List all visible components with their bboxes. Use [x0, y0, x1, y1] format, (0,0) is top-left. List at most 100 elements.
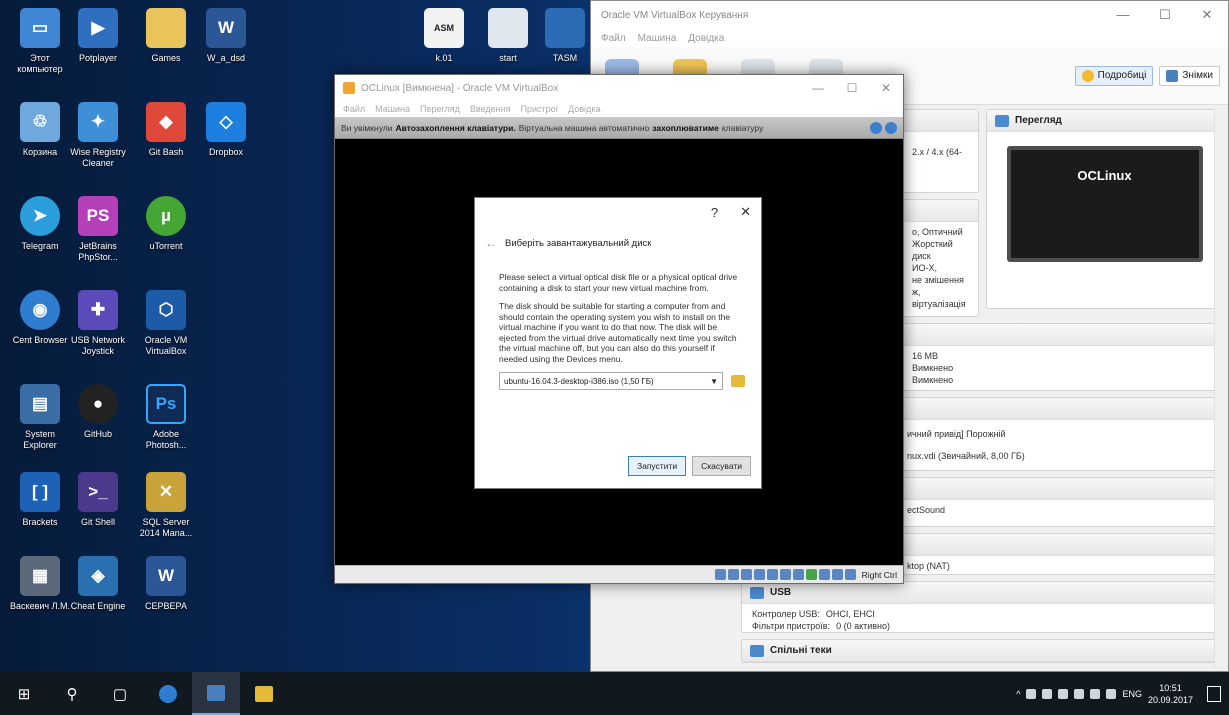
desktop-icon-github[interactable]: ● GitHub — [66, 384, 130, 468]
desktop-icon-utorrent[interactable]: µ uTorrent — [134, 196, 198, 280]
network-icon[interactable] — [753, 569, 765, 580]
optical-drive-icon[interactable] — [727, 569, 739, 580]
usb-pane-title: USB — [770, 587, 792, 598]
choose-disk-folder-icon[interactable] — [731, 375, 745, 387]
preview-pane-head[interactable]: Перегляд — [987, 110, 1222, 132]
search-button[interactable]: ⚲ — [48, 672, 96, 715]
tray-app-icon[interactable] — [1058, 688, 1069, 699]
start-button[interactable]: Запустити — [627, 456, 687, 476]
utorrent-icon: µ — [146, 196, 186, 236]
desktop-icon-tasm[interactable]: TASM — [540, 8, 590, 68]
clock[interactable]: 10:51 20.09.2017 — [1148, 682, 1193, 706]
disk-select[interactable]: ubuntu-16.04.3-desktop-i386.iso (1,50 ГБ… — [499, 372, 723, 390]
vm-status-bar: Right Ctrl — [335, 565, 903, 583]
tray-app-icon[interactable] — [1042, 688, 1053, 699]
chevron-up-icon[interactable]: ^ — [1016, 689, 1020, 699]
maximize-icon[interactable]: ☐ — [835, 81, 869, 95]
menu-file[interactable]: Файл — [601, 33, 626, 44]
desktop-icon-system-explorer[interactable]: ▤ System Explorer — [8, 384, 72, 468]
preview-pane: Перегляд OCLinux — [986, 109, 1223, 309]
usb-pane-head[interactable]: USB — [742, 582, 1220, 604]
network-icon[interactable] — [1090, 688, 1101, 699]
cpu-icon[interactable] — [818, 569, 830, 580]
desktop-icon-label: Games — [151, 53, 181, 63]
menu-help[interactable]: Довідка — [688, 33, 724, 44]
close-notice-icon[interactable] — [885, 121, 897, 134]
help-button[interactable]: ? — [711, 205, 718, 220]
usb-icon[interactable] — [766, 569, 778, 580]
taskbar-file-explorer[interactable] — [240, 672, 288, 715]
vm-menu-devices[interactable]: Пристрої — [520, 104, 558, 114]
display-icon[interactable] — [792, 569, 804, 580]
desktop-icon-label: Brackets — [22, 517, 58, 527]
dialog-close-button[interactable]: ✕ — [740, 204, 751, 220]
desktop-icon-photoshop[interactable]: Ps Adobe Photosh... — [134, 384, 198, 468]
computer-icon: ▭ — [20, 8, 60, 48]
volume-icon[interactable] — [1106, 688, 1117, 699]
desktop-icon-wise-registry[interactable]: ✦ Wise Registry Cleaner — [66, 102, 130, 186]
details-scrollbar[interactable] — [1214, 109, 1226, 669]
disk-select-value: ubuntu-16.04.3-desktop-i386.iso (1,50 ГБ… — [504, 376, 654, 386]
snapshots-mode-button[interactable]: Знімки — [1159, 65, 1220, 86]
desktop-icon-label: W_a_dsd — [206, 53, 246, 63]
vm-menu-file[interactable]: Файл — [343, 104, 365, 114]
desktop-icon-label: Васкевич Л.М. — [10, 601, 70, 611]
desktop-icon-brackets[interactable]: [ ] Brackets — [8, 472, 72, 556]
vm-menu-help[interactable]: Довідка — [568, 104, 600, 114]
desktop-icon-dropbox[interactable]: ◇ Dropbox — [194, 102, 258, 186]
desktop-icon-user-folder[interactable]: ▦ Васкевич Л.М. — [8, 556, 72, 640]
video-capture-icon[interactable] — [805, 569, 817, 580]
notifications-icon[interactable] — [1207, 685, 1221, 702]
desktop-icon-sql-server[interactable]: ✕ SQL Server 2014 Mana... — [134, 472, 198, 556]
usb-icon — [750, 586, 764, 599]
minimize-icon[interactable]: — — [801, 81, 835, 95]
desktop-icon-potplayer[interactable]: ▶ Potplayer — [66, 8, 130, 92]
taskbar-browser[interactable] — [144, 672, 192, 715]
maximize-icon[interactable]: ☐ — [1144, 7, 1186, 23]
audio-icon[interactable] — [740, 569, 752, 580]
dialog-paragraph-2: The disk should be suitable for starting… — [499, 301, 737, 364]
mouse-integration-icon[interactable] — [831, 569, 843, 580]
hard-disk-icon[interactable] — [714, 569, 726, 580]
minimize-icon[interactable]: — — [1102, 7, 1144, 23]
vm-menu-input[interactable]: Введення — [470, 104, 511, 114]
taskbar-virtualbox[interactable] — [192, 672, 240, 715]
shared-folders-pane-head[interactable]: Спільні теки — [742, 640, 1220, 662]
desktop-icon-asm[interactable]: ASM k.01 — [412, 8, 476, 68]
play-icon: ▶ — [78, 8, 118, 48]
virtualbox-icon — [207, 684, 225, 701]
desktop-icon-start[interactable]: start — [476, 8, 540, 68]
desktop-icon-word-doc[interactable]: W W_a_dsd — [194, 8, 258, 92]
shared-folders-title: Спільні теки — [770, 645, 832, 656]
desktop-icon-this-pc[interactable]: ▭ Этот компьютер — [8, 8, 72, 92]
tray-app-icon[interactable] — [1026, 688, 1037, 699]
vm-menu-view[interactable]: Перегляд — [420, 104, 460, 114]
desktop-icon-git-shell[interactable]: >_ Git Shell — [66, 472, 130, 556]
desktop-icon-games[interactable]: Games — [134, 8, 198, 92]
desktop-icon-servers[interactable]: W СЕРВЕРА — [134, 556, 198, 640]
task-view-button[interactable]: ▢ — [96, 672, 144, 715]
word-doc-icon: W — [146, 556, 186, 596]
close-icon[interactable]: ✕ — [1186, 7, 1228, 23]
vm-menu-machine[interactable]: Машина — [375, 104, 410, 114]
menu-machine[interactable]: Машина — [638, 33, 677, 44]
desktop-icon-phpstorm[interactable]: PS JetBrains PhpStor... — [66, 196, 130, 280]
desktop-icon-virtualbox[interactable]: ⬡ Oracle VM VirtualBox — [134, 290, 198, 374]
start-button[interactable]: ⊞ — [0, 672, 48, 715]
cancel-button[interactable]: Скасувати — [692, 456, 751, 476]
close-icon[interactable]: ✕ — [869, 81, 903, 95]
desktop-icon-git-bash[interactable]: ◆ Git Bash — [134, 102, 198, 186]
language-indicator[interactable]: ENG — [1122, 689, 1142, 699]
keyboard-icon[interactable] — [844, 569, 856, 580]
desktop-icon-recycle-bin[interactable]: ♲ Корзина — [8, 102, 72, 186]
info-icon[interactable] — [870, 121, 882, 134]
tray-app-icon[interactable] — [1074, 688, 1085, 699]
shared-folders-icon[interactable] — [779, 569, 791, 580]
desktop-icon-cheat-engine[interactable]: ◈ Cheat Engine — [66, 556, 130, 640]
desktop-icon-telegram[interactable]: ➤ Telegram — [8, 196, 72, 280]
back-arrow-icon[interactable]: ← — [485, 236, 497, 250]
desktop-icon-cent-browser[interactable]: ◉ Cent Browser — [8, 290, 72, 374]
word-doc-icon: W — [206, 8, 246, 48]
details-mode-button[interactable]: Подробиці — [1074, 65, 1154, 86]
desktop-icon-usb-joystick[interactable]: ✚ USB Network Joystick — [66, 290, 130, 374]
